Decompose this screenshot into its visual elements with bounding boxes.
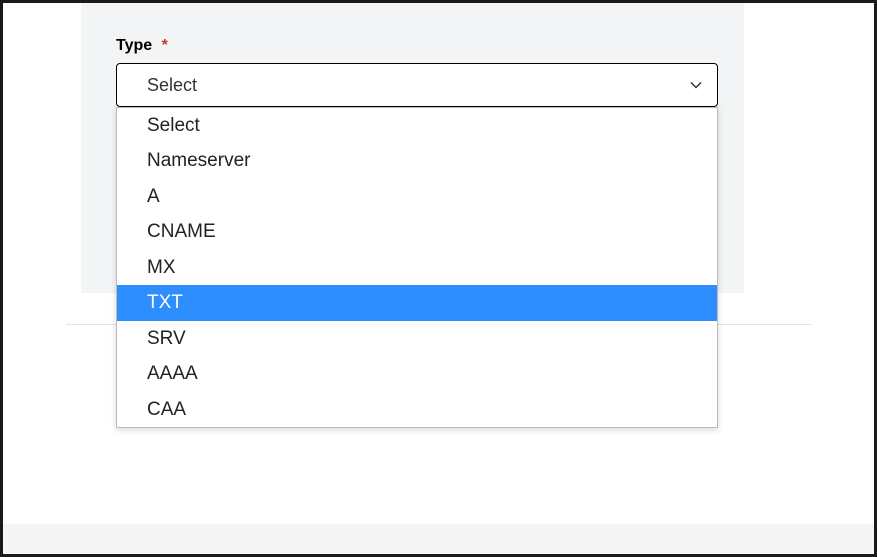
page-wrap: Type * Select Select Nameserver A CNAME … <box>3 3 874 554</box>
type-label: Type <box>116 37 152 54</box>
dropdown-option-txt[interactable]: TXT <box>117 285 717 320</box>
dropdown-option-caa[interactable]: CAA <box>117 392 717 427</box>
type-field: Type * Select <box>116 37 718 107</box>
dropdown-option-a[interactable]: A <box>117 179 717 214</box>
dropdown-option-aaaa[interactable]: AAAA <box>117 356 717 391</box>
select-current-value: Select <box>147 75 197 96</box>
required-marker: * <box>162 37 168 54</box>
footer-bar <box>3 524 874 554</box>
chevron-down-icon <box>689 78 703 92</box>
dropdown-option-srv[interactable]: SRV <box>117 321 717 356</box>
field-label-row: Type * <box>116 37 718 55</box>
dropdown-option-select[interactable]: Select <box>117 108 717 143</box>
dropdown-option-mx[interactable]: MX <box>117 250 717 285</box>
dropdown-option-cname[interactable]: CNAME <box>117 214 717 249</box>
type-select[interactable]: Select <box>116 63 718 107</box>
type-dropdown-list: Select Nameserver A CNAME MX TXT SRV AAA… <box>116 107 718 428</box>
dropdown-option-nameserver[interactable]: Nameserver <box>117 143 717 178</box>
